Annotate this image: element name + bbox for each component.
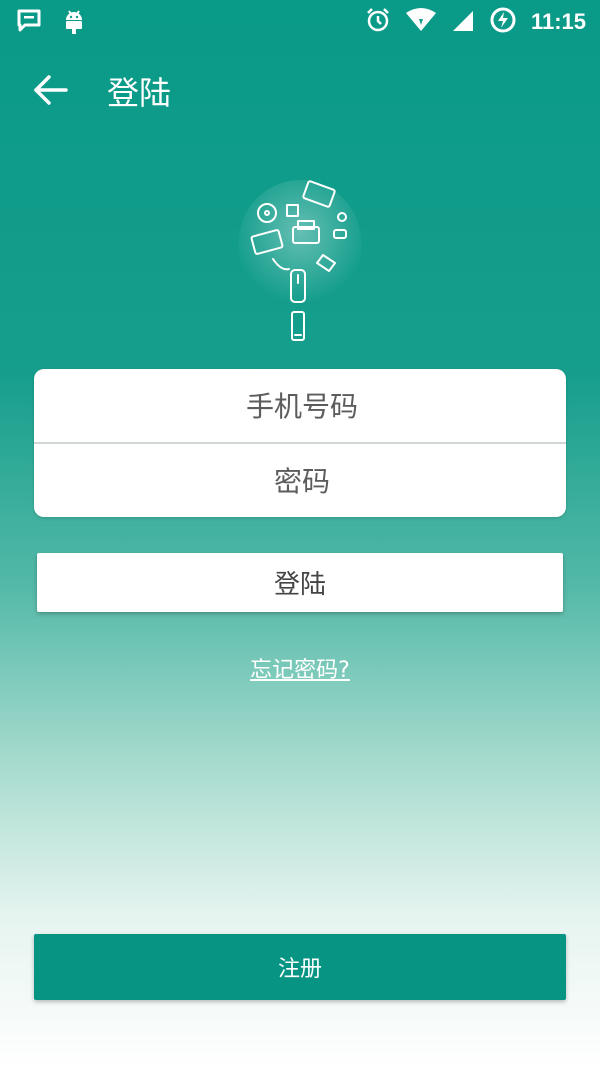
forgot-password-link[interactable]: 忘记密码?: [0, 652, 600, 684]
password-field: [34, 444, 570, 519]
phone-input[interactable]: [34, 369, 570, 444]
status-bar: 11:15: [0, 0, 600, 44]
signal-icon: [451, 7, 475, 37]
app-bar: 登陆: [0, 56, 600, 120]
login-form-card: [34, 369, 570, 519]
register-button[interactable]: 注册: [34, 934, 566, 1000]
alarm-icon: [365, 7, 391, 37]
page-title: 登陆: [107, 74, 172, 112]
message-icon: [16, 9, 42, 37]
devices-bulb-illustration: [235, 175, 365, 350]
wifi-icon: [405, 7, 437, 37]
arrow-left-icon: [28, 75, 72, 116]
phone-field: [34, 369, 570, 444]
login-button[interactable]: 登陆: [37, 553, 563, 612]
password-input[interactable]: [34, 444, 570, 519]
back-button[interactable]: [28, 68, 72, 112]
battery-charging-icon: [489, 6, 517, 38]
clock-time: 11:15: [530, 9, 586, 34]
android-icon: [62, 8, 86, 38]
